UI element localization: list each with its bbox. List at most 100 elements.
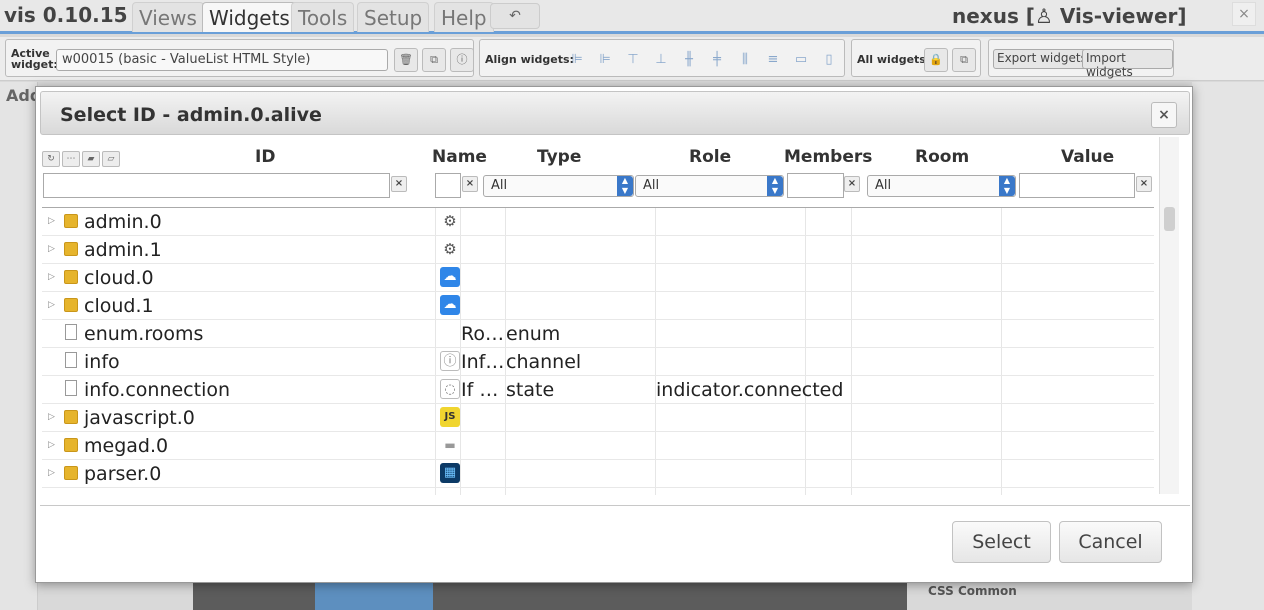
- right-panel: [1192, 82, 1264, 610]
- gear-icon: ⚙: [443, 212, 457, 230]
- expand-icon[interactable]: ▷: [48, 216, 55, 226]
- tree-row[interactable]: ▷ admin.0 ⚙: [42, 208, 1154, 236]
- align-left-icon[interactable]: ⊫: [568, 51, 586, 69]
- id-filter-input[interactable]: [43, 173, 390, 198]
- tab-views[interactable]: Views: [132, 2, 204, 32]
- expand-icon[interactable]: ▷: [48, 272, 55, 282]
- expand-all-icon[interactable]: ▱: [102, 151, 120, 167]
- project-title: nexus [♙ Vis-viewer]: [952, 4, 1187, 28]
- align-right-icon[interactable]: ⊫: [596, 51, 614, 69]
- tree-row[interactable]: ▷ megad.0 ▬: [42, 432, 1154, 460]
- expand-icon[interactable]: ▷: [48, 440, 55, 450]
- expand-icon[interactable]: ▷: [48, 412, 55, 422]
- tab-help[interactable]: Help: [434, 2, 494, 32]
- parser-icon: ▦: [440, 463, 460, 483]
- tree-row[interactable]: enum.rooms Ro… enum: [42, 320, 1154, 348]
- document-icon: [65, 324, 77, 340]
- grid-scrollbar[interactable]: [1159, 137, 1179, 494]
- list-view-icon[interactable]: ⋯: [62, 151, 80, 167]
- row-id: admin.0: [84, 211, 162, 233]
- delete-widget-icon[interactable]: 🗑: [394, 48, 418, 72]
- align-widgets-label: Align widgets:: [485, 53, 574, 66]
- column-header-name[interactable]: Name: [432, 147, 487, 167]
- row-id: megad.0: [84, 435, 169, 457]
- folder-icon: [64, 466, 78, 480]
- column-header-id[interactable]: ID: [255, 147, 275, 167]
- row-id: enum.rooms: [84, 323, 204, 345]
- tab-tools[interactable]: Tools: [291, 2, 355, 32]
- row-type: enum: [506, 323, 561, 345]
- tree-row[interactable]: ▷ parser.0 ▦: [42, 460, 1154, 488]
- same-height-icon[interactable]: ▯: [820, 51, 838, 69]
- app-title: vis 0.10.15: [4, 3, 128, 27]
- tree-row[interactable]: ▷ cloud.1 ☁: [42, 292, 1154, 320]
- tree-row[interactable]: ▷ cloud.0 ☁: [42, 264, 1154, 292]
- board-icon: ▬: [444, 438, 456, 452]
- align-center-h-icon[interactable]: ╪: [708, 51, 726, 69]
- import-widgets-button[interactable]: Import widgets: [1082, 49, 1173, 79]
- column-header-type[interactable]: Type: [537, 147, 581, 167]
- widget-toolbar: Active widget: w00015 (basic - ValueList…: [0, 37, 1264, 81]
- cancel-button[interactable]: Cancel: [1059, 521, 1162, 563]
- align-center-v-icon[interactable]: ╫: [680, 51, 698, 69]
- id-filter-clear-icon[interactable]: ×: [391, 176, 407, 192]
- scrollbar-thumb[interactable]: [1164, 207, 1175, 231]
- undo-button[interactable]: ↶: [490, 3, 540, 29]
- distribute-v-icon[interactable]: ≡: [764, 51, 782, 69]
- tree-row[interactable]: ▷ admin.1 ⚙: [42, 236, 1154, 264]
- column-header-room[interactable]: Room: [915, 147, 969, 167]
- row-name: Inf…: [461, 351, 505, 373]
- column-header-value[interactable]: Value: [1061, 147, 1114, 167]
- folder-icon: [64, 270, 78, 284]
- active-widget-select[interactable]: w00015 (basic - ValueList HTML Style): [56, 49, 388, 71]
- align-bottom-icon[interactable]: ⊥: [652, 51, 670, 69]
- name-filter-clear-icon[interactable]: ×: [462, 176, 478, 192]
- folder-icon: [64, 214, 78, 228]
- folder-icon: [64, 438, 78, 452]
- type-filter-value: All: [491, 178, 508, 193]
- css-common-label: CSS Common: [928, 584, 1017, 598]
- type-filter-select[interactable]: All ▲ ▼: [483, 175, 634, 197]
- align-top-icon[interactable]: ⊤: [624, 51, 642, 69]
- expand-icon[interactable]: ▷: [48, 244, 55, 254]
- same-width-icon[interactable]: ▭: [792, 51, 810, 69]
- room-filter-value: All: [875, 178, 892, 193]
- export-widgets-button[interactable]: Export widgets: [993, 49, 1091, 69]
- document-icon: [65, 380, 77, 396]
- tab-setup[interactable]: Setup: [357, 2, 430, 32]
- value-filter-clear-icon[interactable]: ×: [1136, 176, 1152, 192]
- tree-row[interactable]: ▷ javascript.0 JS: [42, 404, 1154, 432]
- dialog-close-button[interactable]: ×: [1151, 102, 1177, 128]
- name-filter-input[interactable]: [435, 173, 461, 198]
- expand-icon[interactable]: ▷: [48, 468, 55, 478]
- distribute-h-icon[interactable]: ⫼: [736, 51, 754, 69]
- tree-row[interactable]: info.connection ◌ If … state indicator.conne…: [42, 376, 1154, 404]
- room-filter-select[interactable]: All ▲ ▼: [867, 175, 1016, 197]
- close-icon[interactable]: ×: [1232, 2, 1256, 26]
- collapse-all-icon[interactable]: ▰: [82, 151, 100, 167]
- select-button[interactable]: Select: [952, 521, 1051, 563]
- members-filter-clear-icon[interactable]: ×: [844, 176, 860, 192]
- external-link-icon[interactable]: ⧉: [952, 48, 976, 72]
- refresh-icon[interactable]: ↻: [42, 151, 60, 167]
- role-filter-select[interactable]: All ▲ ▼: [635, 175, 784, 197]
- export-import-group: Export widgets Import widgets: [988, 39, 1174, 79]
- value-filter-input[interactable]: [1019, 173, 1135, 198]
- chevron-updown-icon: ▲ ▼: [617, 176, 633, 196]
- document-icon: [65, 352, 77, 368]
- column-header-role[interactable]: Role: [689, 147, 731, 167]
- members-filter-input[interactable]: [787, 173, 844, 198]
- lock-icon[interactable]: 🔒: [924, 48, 948, 72]
- copy-widget-icon[interactable]: ⧉: [422, 48, 446, 72]
- dialog-footer-divider: [40, 505, 1190, 506]
- align-widgets-group: Align widgets: ⊫ ⊫ ⊤ ⊥ ╫ ╪ ⫼ ≡ ▭ ▯: [479, 39, 845, 77]
- active-widget-group: Active widget: w00015 (basic - ValueList…: [5, 39, 474, 77]
- object-tree-grid: ▷ admin.0 ⚙ ▷ admin.1 ⚙ ▷ cloud.0 ☁ ▷ cloud.1 ☁ enum…: [42, 207, 1154, 495]
- tab-widgets[interactable]: Widgets: [202, 2, 297, 32]
- folder-icon: [64, 242, 78, 256]
- tree-row[interactable]: info ⓘ Inf… channel: [42, 348, 1154, 376]
- column-header-members[interactable]: Members: [784, 147, 872, 167]
- widget-info-icon[interactable]: ⓘ: [450, 48, 474, 72]
- info-icon: ◌: [440, 379, 460, 399]
- expand-icon[interactable]: ▷: [48, 300, 55, 310]
